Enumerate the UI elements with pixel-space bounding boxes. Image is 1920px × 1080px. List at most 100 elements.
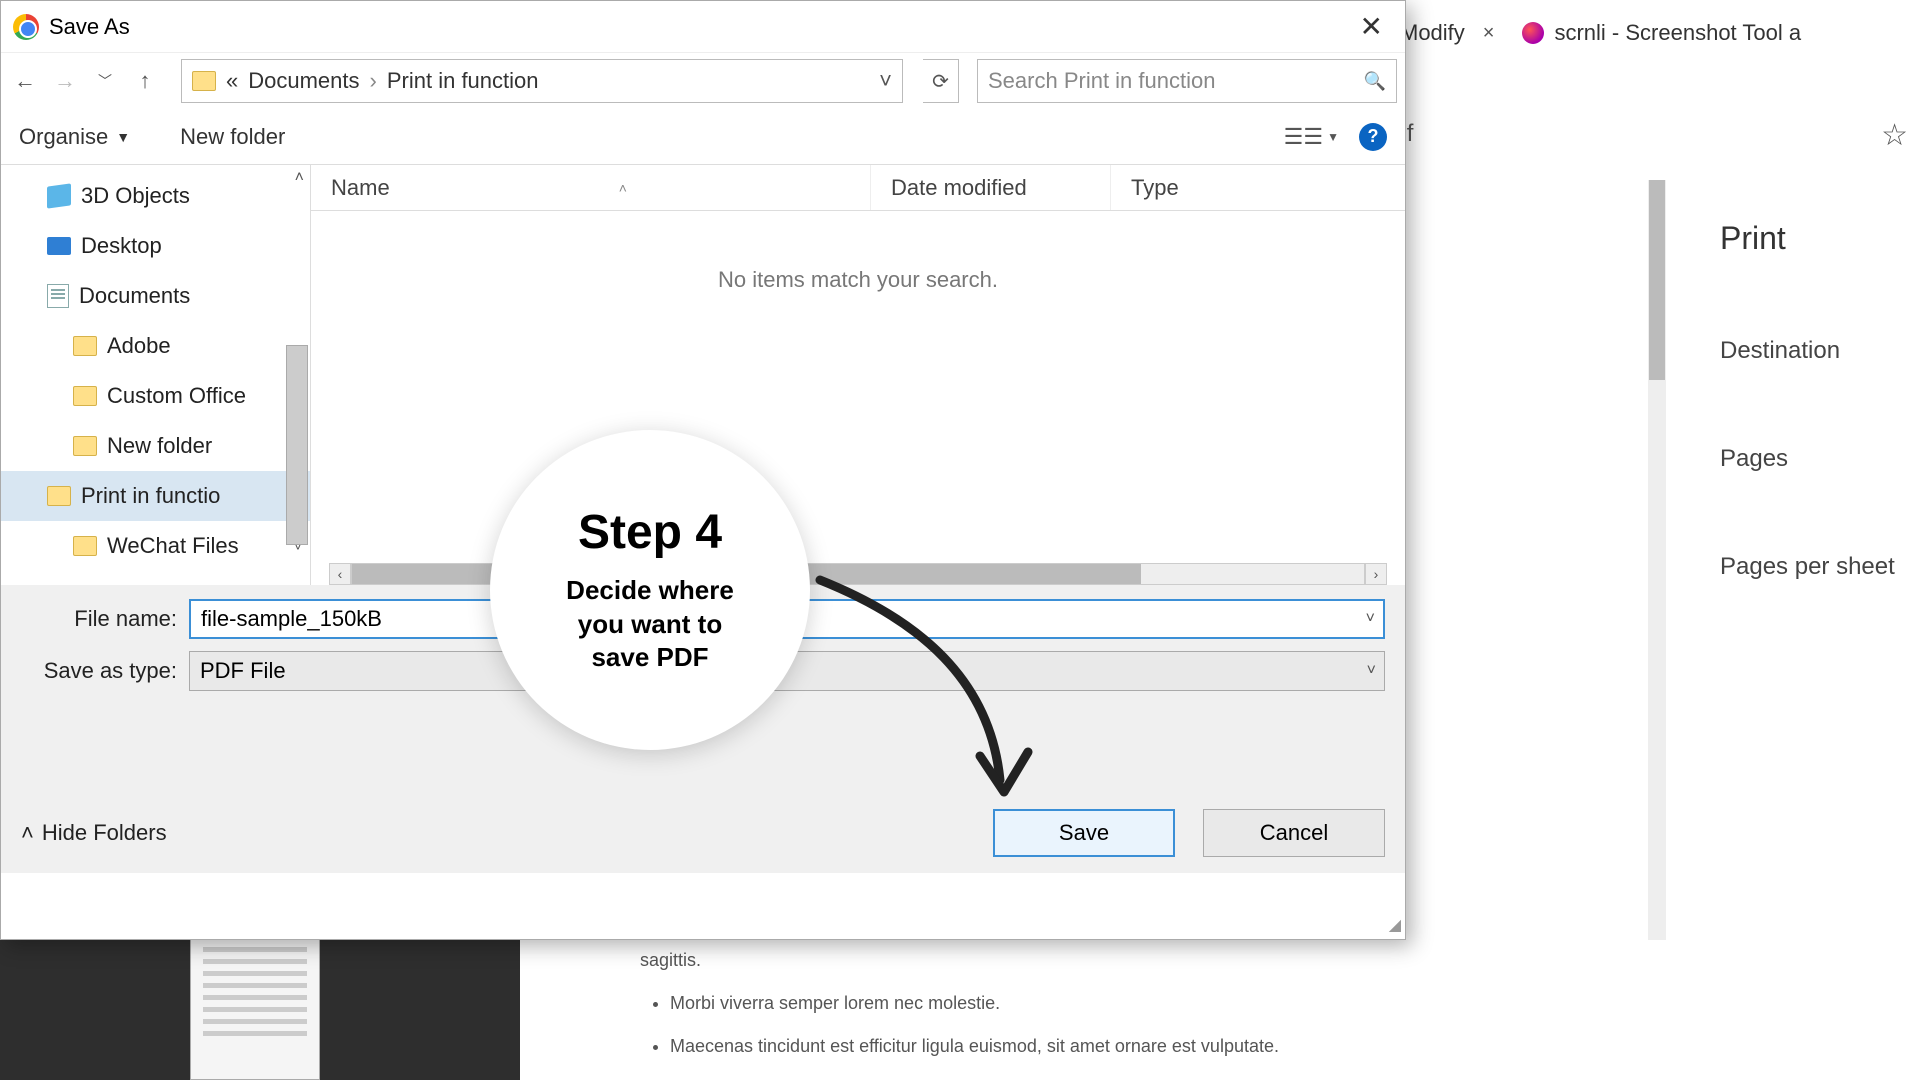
column-headers: Name ˄ Date modified Type bbox=[311, 165, 1405, 211]
folder-icon bbox=[192, 71, 216, 91]
sidebar-label: New folder bbox=[107, 433, 212, 459]
search-placeholder: Search Print in function bbox=[988, 68, 1215, 94]
sidebar-item-custom-office[interactable]: Custom Office bbox=[47, 371, 310, 421]
bookmark-star-icon[interactable]: ☆ bbox=[1881, 118, 1908, 153]
folder-icon bbox=[73, 336, 97, 356]
col-label: Name bbox=[331, 175, 390, 201]
tab-modify[interactable]: Modify × bbox=[1400, 20, 1502, 46]
sidebar-item-desktop[interactable]: Desktop bbox=[47, 221, 310, 271]
refresh-button[interactable]: ⟳ bbox=[923, 59, 959, 103]
close-icon[interactable]: ✕ bbox=[1350, 10, 1393, 43]
savetype-label: Save as type: bbox=[21, 658, 177, 684]
sidebar-label: WeChat Files bbox=[107, 533, 239, 559]
thumbnail-strip bbox=[0, 940, 520, 1080]
print-panel: Print Destination Pages Pages per sheet bbox=[1720, 220, 1920, 661]
filename-value: file-sample_150kB bbox=[201, 606, 382, 632]
horizontal-scrollbar[interactable]: ‹ › bbox=[329, 563, 1387, 585]
col-type[interactable]: Type bbox=[1111, 165, 1291, 210]
hide-folders-label: Hide Folders bbox=[42, 820, 167, 846]
dialog-titlebar: Save As ✕ bbox=[1, 1, 1405, 53]
breadcrumb-documents[interactable]: Documents bbox=[248, 68, 359, 94]
doc-line: Morbi viverra semper lorem nec molestie. bbox=[670, 993, 1540, 1014]
sidebar-label: Custom Office bbox=[107, 383, 246, 409]
col-date[interactable]: Date modified bbox=[871, 165, 1111, 210]
tab-label: scrnli - Screenshot Tool a bbox=[1554, 20, 1801, 46]
print-pages-label: Pages bbox=[1720, 445, 1920, 473]
sidebar-label: Documents bbox=[79, 283, 190, 309]
chevron-up-icon: ˄ bbox=[21, 820, 34, 846]
breadcrumb-prefix: « bbox=[226, 68, 238, 94]
sidebar-item-wechat-files[interactable]: WeChat Files˅ bbox=[47, 521, 310, 571]
folder-icon bbox=[73, 536, 97, 556]
breadcrumb-current[interactable]: Print in function bbox=[387, 68, 539, 94]
sort-indicator-icon: ˄ bbox=[619, 180, 627, 196]
close-icon[interactable]: × bbox=[1475, 22, 1503, 45]
document-body: sagittis. Morbi viverra semper lorem nec… bbox=[540, 940, 1540, 1079]
callout-line: you want to bbox=[566, 608, 734, 642]
sidebar-item-print-in-function[interactable]: Print in functio bbox=[1, 471, 310, 521]
3d-objects-icon bbox=[47, 183, 71, 208]
resize-grip-icon[interactable]: ◢ bbox=[1389, 915, 1401, 935]
sidebar-scrollbar[interactable] bbox=[286, 345, 308, 545]
chrome-icon bbox=[13, 14, 39, 40]
chevron-down-icon[interactable]: ˅ bbox=[879, 68, 892, 94]
print-pages-per-sheet-label: Pages per sheet bbox=[1720, 553, 1920, 581]
sidebar-label: 3D Objects bbox=[81, 183, 190, 209]
callout-line: Decide where bbox=[566, 574, 734, 608]
folder-icon bbox=[73, 386, 97, 406]
cancel-button[interactable]: Cancel bbox=[1203, 809, 1385, 857]
organise-label: Organise bbox=[19, 124, 108, 150]
address-bar[interactable]: « Documents › Print in function ˅ bbox=[181, 59, 903, 103]
sidebar-label: Adobe bbox=[107, 333, 171, 359]
documents-icon bbox=[47, 284, 69, 308]
sidebar-item-documents[interactable]: Documents bbox=[47, 271, 310, 321]
help-icon[interactable]: ? bbox=[1359, 123, 1387, 151]
save-button[interactable]: Save bbox=[993, 809, 1175, 857]
savetype-value: PDF File bbox=[200, 658, 286, 684]
chevron-right-icon: › bbox=[370, 68, 377, 94]
chevron-down-icon[interactable]: ˅ bbox=[1367, 662, 1376, 680]
sidebar-item-3d-objects[interactable]: 3D Objects bbox=[47, 171, 310, 221]
up-button[interactable]: ↑ bbox=[129, 65, 161, 97]
page-scrollbar[interactable] bbox=[1648, 180, 1666, 1060]
dialog-footer: ˄ Hide Folders Save Cancel ◢ bbox=[1, 793, 1405, 873]
folder-icon bbox=[47, 486, 71, 506]
tab-label: Modify bbox=[1400, 20, 1465, 46]
sidebar-item-new-folder[interactable]: New folder bbox=[47, 421, 310, 471]
search-input[interactable]: Search Print in function 🔍 bbox=[977, 59, 1397, 103]
scroll-thumb[interactable] bbox=[1649, 180, 1665, 380]
forward-button[interactable]: → bbox=[49, 65, 81, 97]
file-list: Name ˄ Date modified Type No items match … bbox=[311, 165, 1405, 585]
scrnli-icon bbox=[1522, 22, 1544, 44]
instruction-callout: Step 4 Decide where you want to save PDF bbox=[490, 430, 810, 750]
scroll-up-icon[interactable]: ˄ bbox=[295, 169, 304, 187]
sidebar-label: Print in functio bbox=[81, 483, 220, 509]
callout-line: save PDF bbox=[566, 641, 734, 675]
browser-tabs: Modify × scrnli - Screenshot Tool a bbox=[1400, 20, 1801, 46]
organise-menu[interactable]: Organise ▼ bbox=[19, 124, 130, 150]
chevron-down-icon[interactable]: ˅ bbox=[1366, 610, 1375, 628]
nav-row: ← → ﹀ ↑ « Documents › Print in function … bbox=[1, 53, 1405, 109]
document-preview: sagittis. Morbi viverra semper lorem nec… bbox=[0, 940, 1800, 1080]
search-icon: 🔍 bbox=[1364, 71, 1386, 92]
doc-line: sagittis. bbox=[640, 950, 1540, 971]
folder-tree: ˄ 3D Objects Desktop Documents Adobe Cus… bbox=[1, 165, 311, 585]
scroll-left-icon[interactable]: ‹ bbox=[329, 563, 351, 585]
recent-dropdown[interactable]: ﹀ bbox=[89, 65, 121, 97]
back-button[interactable]: ← bbox=[9, 65, 41, 97]
hide-folders-toggle[interactable]: ˄ Hide Folders bbox=[21, 820, 167, 846]
tab-scrnli[interactable]: scrnli - Screenshot Tool a bbox=[1522, 20, 1801, 46]
page-thumbnail[interactable] bbox=[190, 920, 320, 1080]
sidebar-item-adobe[interactable]: Adobe bbox=[47, 321, 310, 371]
col-name[interactable]: Name ˄ bbox=[311, 165, 871, 210]
view-mode-button[interactable]: ☰☰ ▼ bbox=[1284, 124, 1339, 150]
filename-label: File name: bbox=[21, 606, 177, 632]
new-folder-button[interactable]: New folder bbox=[180, 124, 285, 150]
callout-step: Step 4 bbox=[578, 505, 722, 560]
empty-message: No items match your search. bbox=[311, 267, 1405, 293]
scroll-right-icon[interactable]: › bbox=[1365, 563, 1387, 585]
print-title: Print bbox=[1720, 220, 1920, 257]
dialog-title: Save As bbox=[49, 14, 130, 40]
folder-icon bbox=[73, 436, 97, 456]
desktop-icon bbox=[47, 237, 71, 255]
